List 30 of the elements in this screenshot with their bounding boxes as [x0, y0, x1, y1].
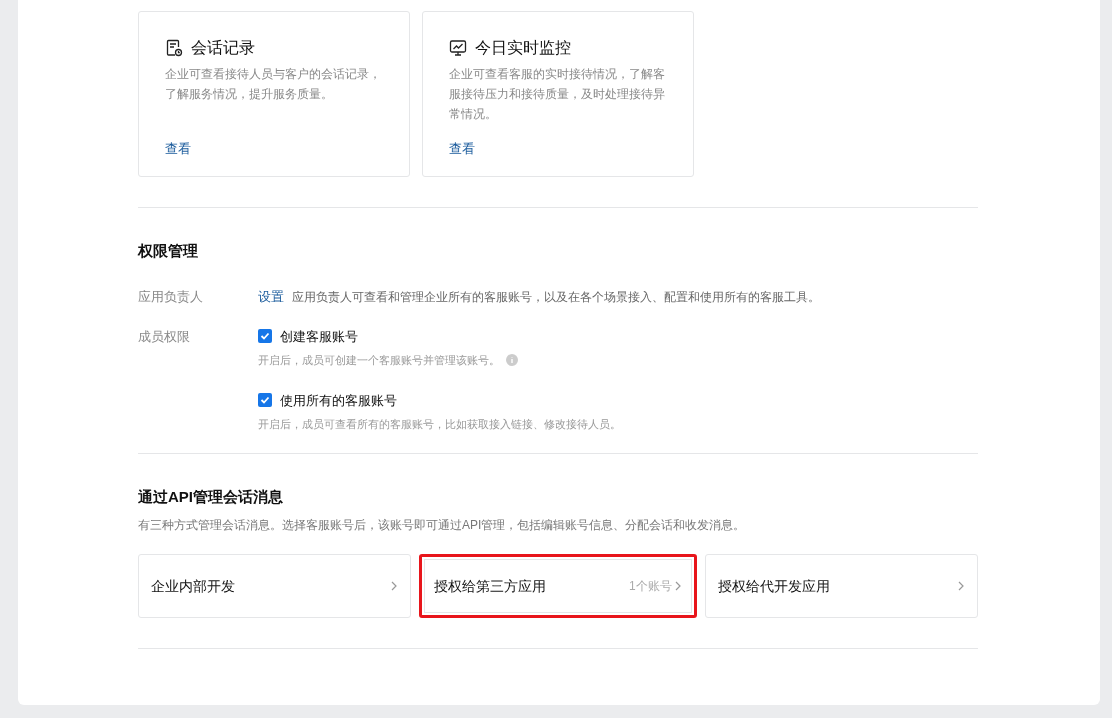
field-label: 应用负责人: [138, 287, 204, 306]
chevron-right-icon: [673, 580, 682, 592]
api-option-card[interactable]: 企业内部开发: [138, 554, 412, 618]
section-description: 有三种方式管理会话消息。选择客服账号后，该账号即可通过API管理，包括编辑账号信息、分配会话和收发消息。: [138, 517, 747, 534]
checkbox[interactable]: [258, 329, 272, 344]
checkmark-icon: [260, 331, 270, 342]
chevron-right-icon: [957, 580, 965, 592]
card-description: 企业可查看接待人员与客户的会话记录，了解服务情况，提升服务质量。: [165, 66, 382, 103]
card-description: 企业可查看客服的实时接待情况，了解客服接待压力和接待质量，及时处理接待异常情况。: [449, 66, 666, 123]
checkbox-label: 使用所有的客服账号: [280, 391, 397, 410]
chevron-right-icon: [390, 580, 399, 592]
document-clock-icon: [165, 39, 183, 57]
field-label: 成员权限: [138, 327, 191, 346]
view-link[interactable]: 查看: [449, 139, 475, 159]
api-option-card[interactable]: 授权给第三方应用 1个账号: [419, 554, 697, 618]
hint-text: 开启后，成员可查看所有的客服账号，比如获取接入链接、修改接待人员。: [258, 417, 621, 432]
checkbox[interactable]: [258, 393, 272, 408]
checkbox-label: 创建客服账号: [280, 327, 358, 346]
section-title: 权限管理: [138, 241, 199, 261]
account-count: 1个账号: [628, 578, 672, 595]
hint-text: 开启后，成员可创建一个客服账号并管理该账号。: [258, 353, 500, 368]
owner-description: 应用负责人可查看和管理企业所有的客服账号，以及在各个场景接入、配置和使用所有的客服工具。: [292, 288, 820, 306]
section-title: 通过API管理会话消息: [138, 486, 284, 507]
view-link[interactable]: 查看: [165, 139, 191, 159]
monitor-chart-icon: [449, 39, 467, 57]
api-option-card[interactable]: 授权给代开发应用: [704, 554, 978, 618]
settings-link[interactable]: 设置: [258, 286, 284, 307]
card-title: 今日实时监控: [475, 38, 571, 58]
card-title: 会话记录: [191, 38, 255, 58]
checkmark-icon: [260, 395, 270, 406]
